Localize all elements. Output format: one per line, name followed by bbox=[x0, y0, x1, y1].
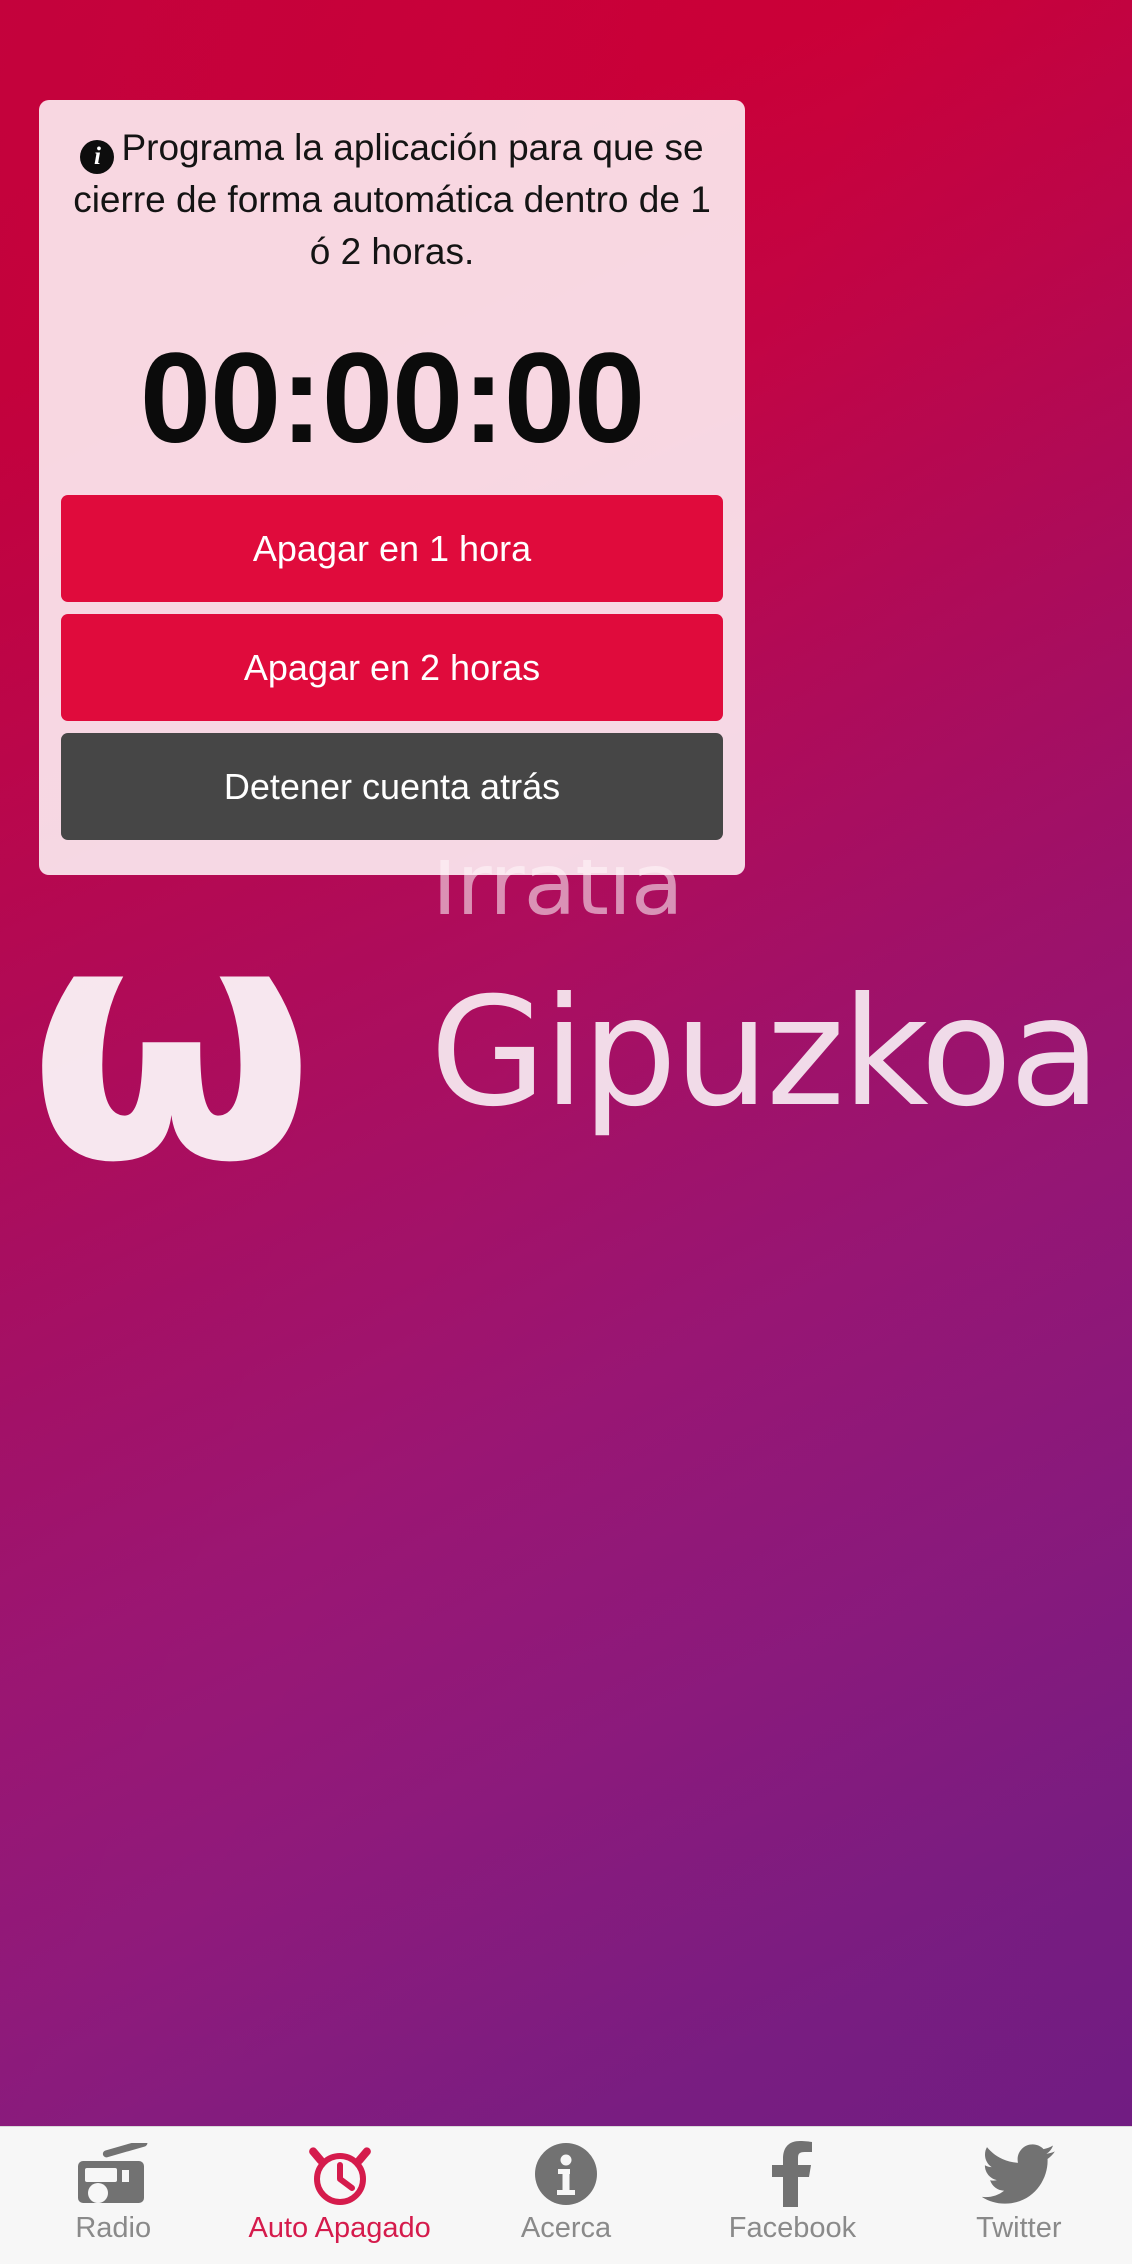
shutdown-in-1-hour-button[interactable]: Apagar en 1 hora bbox=[61, 495, 723, 602]
shutdown-in-2-hours-button[interactable]: Apagar en 2 horas bbox=[61, 614, 723, 721]
info-message: i Programa la aplicación para que se cier… bbox=[61, 122, 723, 278]
tab-facebook[interactable]: Facebook bbox=[679, 2127, 905, 2264]
radio-icon bbox=[76, 2141, 150, 2207]
tab-auto-apagado[interactable]: Auto Apagado bbox=[226, 2127, 452, 2264]
tab-twitter-label: Twitter bbox=[976, 2212, 1062, 2244]
alarm-clock-icon bbox=[305, 2141, 375, 2207]
countdown-timer-display: 00:00:00 bbox=[139, 327, 645, 470]
tab-twitter[interactable]: Twitter bbox=[906, 2127, 1132, 2264]
twitter-bird-icon bbox=[981, 2141, 1056, 2207]
tab-acerca-label: Acerca bbox=[520, 2212, 612, 2244]
info-icon: i bbox=[80, 140, 115, 174]
tab-radio[interactable]: Radio bbox=[0, 2127, 226, 2264]
tab-facebook-label: Facebook bbox=[728, 2212, 857, 2244]
tab-auto-apagado-label: Auto Apagado bbox=[248, 2212, 431, 2244]
tab-radio-label: Radio bbox=[75, 2212, 152, 2244]
auto-shutdown-card: i Programa la aplicación para que se cier… bbox=[39, 100, 745, 875]
tab-acerca[interactable]: Acerca bbox=[453, 2127, 679, 2264]
bottom-tab-bar: Radio Auto Apagado Acerca Facebook Twitt… bbox=[0, 2126, 1132, 2264]
stop-countdown-button[interactable]: Detener cuenta atrás bbox=[61, 733, 723, 840]
info-circle-icon bbox=[533, 2141, 599, 2207]
info-message-text: Programa la aplicación para que se cierr… bbox=[73, 127, 711, 272]
facebook-icon bbox=[769, 2141, 815, 2207]
